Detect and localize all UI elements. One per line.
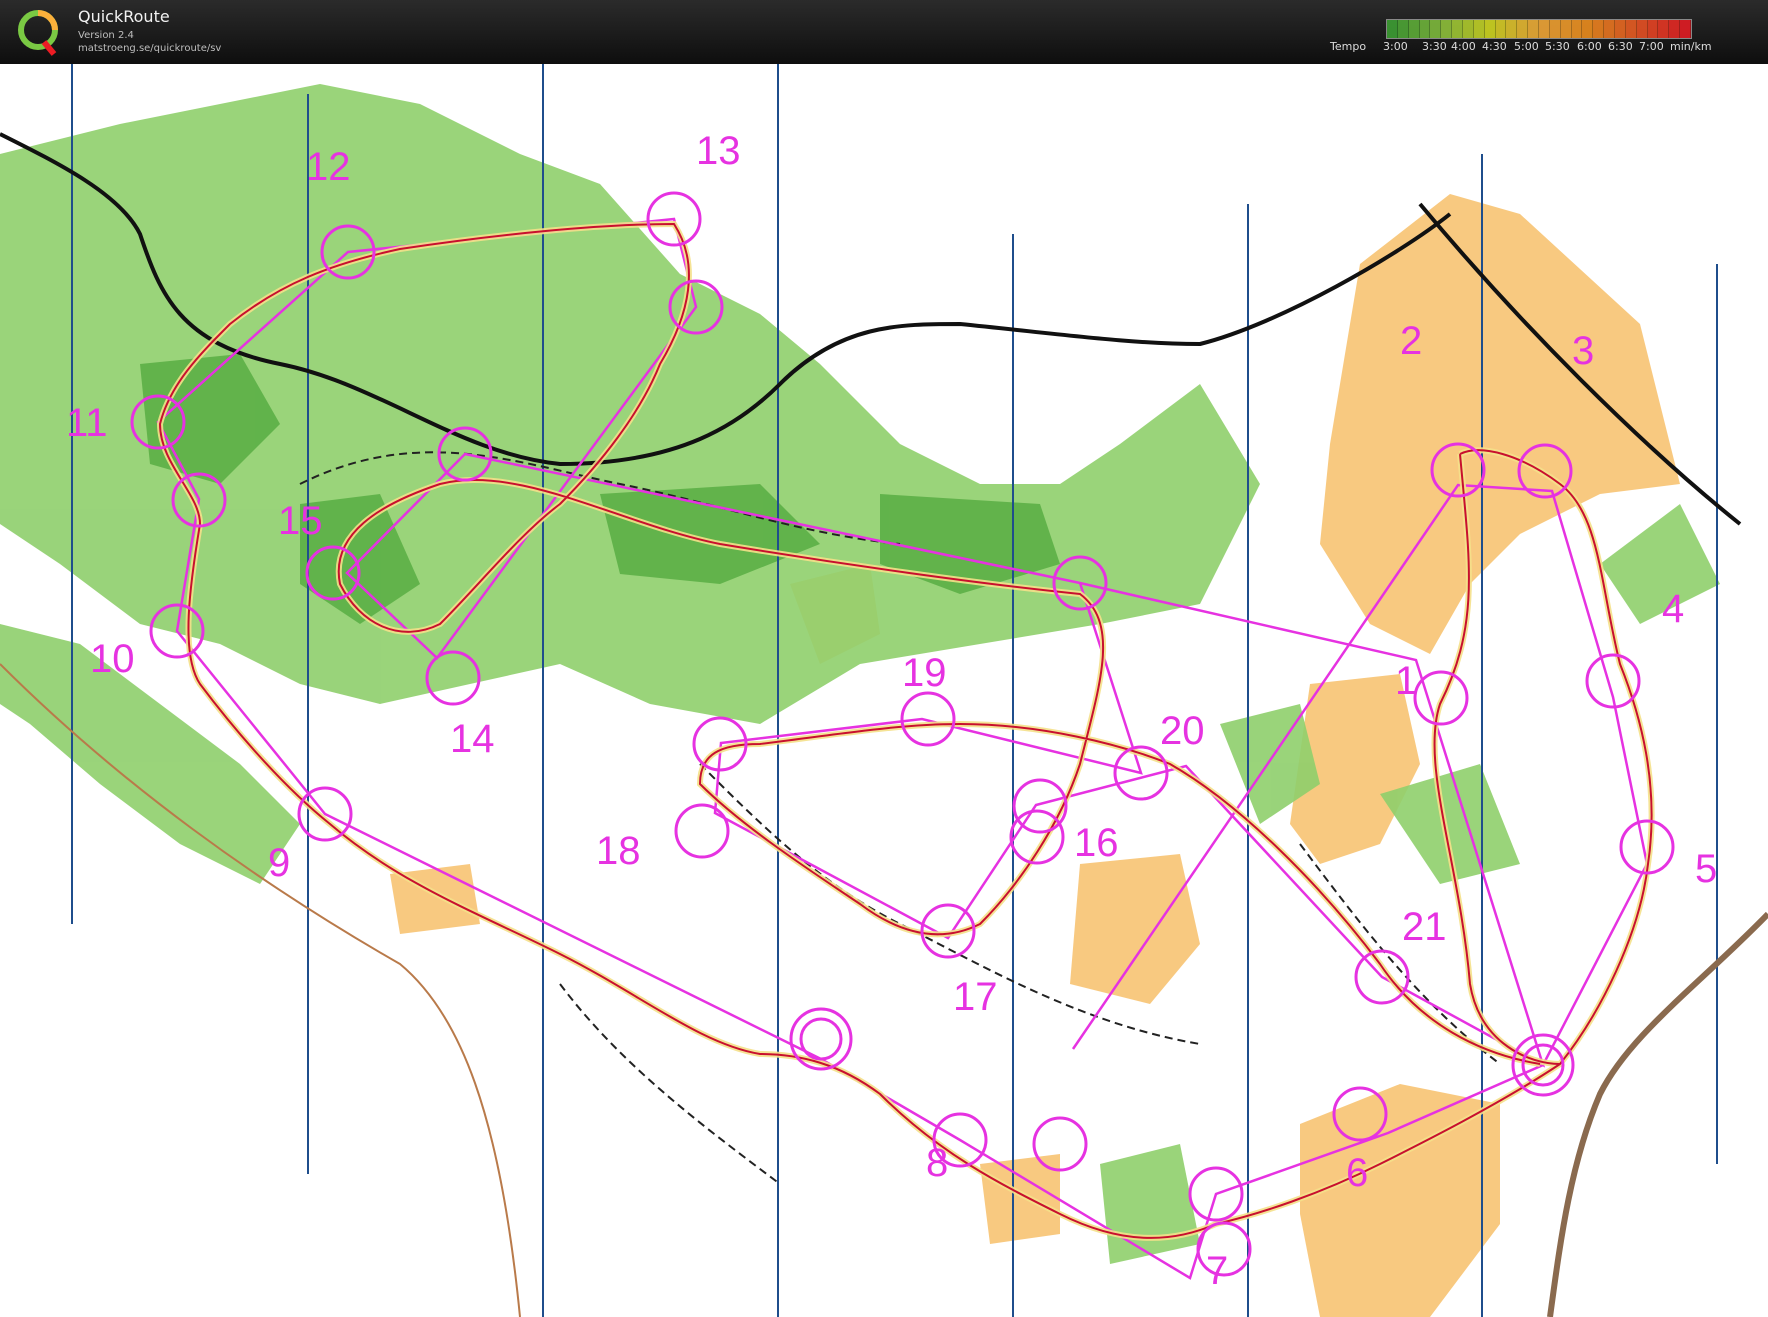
legend-swatch: [1430, 20, 1442, 38]
legend-swatch: [1463, 20, 1474, 38]
control-number: 19: [902, 651, 947, 695]
legend-tick: 6:00: [1577, 40, 1602, 53]
pace-color-scale: [1386, 19, 1692, 39]
legend-tick: 6:30: [1608, 40, 1633, 53]
control-number: 17: [953, 975, 998, 1019]
control-number: 8: [926, 1141, 948, 1185]
control-number: 21: [1402, 905, 1447, 949]
legend-swatch: [1517, 20, 1529, 38]
control-number: 9: [268, 841, 290, 885]
control-number: 11: [66, 401, 108, 445]
legend-swatch: [1495, 20, 1507, 38]
orienteering-map[interactable]: 1 2 3 4 5 6 7 8 9 10 11 12 13 14 15 16 1…: [0, 64, 1768, 1317]
legend-tick: 4:30: [1482, 40, 1507, 53]
control-number: 14: [450, 717, 495, 761]
control-number: 7: [1206, 1249, 1228, 1293]
control-number: 2: [1400, 319, 1422, 363]
legend-tick: 5:00: [1514, 40, 1539, 53]
control-number: 16: [1074, 821, 1119, 865]
legend-swatch: [1571, 20, 1583, 38]
control-number: 10: [90, 637, 135, 681]
quickroute-logo-icon: [18, 10, 58, 56]
legend-swatch: [1615, 20, 1626, 38]
control-number: 15: [278, 499, 323, 543]
legend-title: Tempo: [1330, 40, 1367, 53]
control-number: 3: [1572, 329, 1594, 373]
legend-swatch: [1539, 20, 1550, 38]
legend-tick: 3:00: [1383, 40, 1408, 53]
legend-swatch: [1452, 20, 1464, 38]
control-number: 1: [1395, 659, 1417, 703]
control-number: 4: [1662, 587, 1684, 631]
legend-swatch: [1387, 20, 1398, 38]
legend-swatch: [1604, 20, 1616, 38]
control-number: 5: [1695, 847, 1717, 891]
legend-swatch: [1506, 20, 1518, 38]
legend-swatch: [1549, 20, 1561, 38]
legend-swatch: [1582, 20, 1594, 38]
pace-legend-labels: Tempo 3:00 3:30 4:00 4:30 5:00 5:30 6:00…: [1330, 40, 1760, 54]
legend-swatch: [1473, 20, 1485, 38]
app-version: Version 2.4: [78, 30, 134, 41]
legend-swatch: [1593, 20, 1605, 38]
legend-swatch: [1528, 20, 1540, 38]
legend-unit: min/km: [1670, 40, 1712, 53]
legend-swatch: [1636, 20, 1648, 38]
legend-tick: 5:30: [1545, 40, 1570, 53]
legend-tick: 3:30: [1422, 40, 1447, 53]
app-title: QuickRoute: [78, 7, 170, 26]
legend-swatch: [1680, 20, 1692, 38]
legend-swatch: [1647, 20, 1659, 38]
legend-swatch: [1484, 20, 1496, 38]
legend-swatch: [1669, 20, 1681, 38]
legend-tick: 7:00: [1639, 40, 1664, 53]
control-number: 18: [596, 829, 641, 873]
control-number: 6: [1346, 1151, 1368, 1195]
app-url: matstroeng.se/quickroute/sv: [78, 43, 222, 54]
legend-tick: 4:00: [1451, 40, 1476, 53]
legend-swatch: [1560, 20, 1572, 38]
legend-swatch: [1658, 20, 1670, 38]
control-number: 20: [1160, 709, 1205, 753]
legend-swatch: [1441, 20, 1453, 38]
title-bar: QuickRoute Version 2.4 matstroeng.se/qui…: [0, 0, 1768, 64]
legend-swatch: [1397, 20, 1409, 38]
legend-swatch: [1408, 20, 1420, 38]
legend-swatch: [1625, 20, 1637, 38]
legend-swatch: [1419, 20, 1431, 38]
control-number: 13: [696, 129, 741, 173]
control-number: 12: [306, 145, 351, 189]
